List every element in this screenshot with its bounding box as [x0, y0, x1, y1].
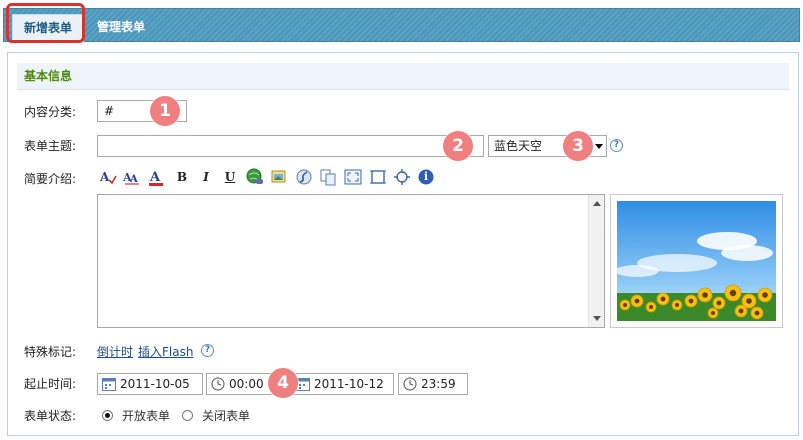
tab-bar: 新增表单 管理表单 — [3, 8, 800, 43]
spellcheck-icon[interactable]: AA — [122, 167, 142, 187]
flash-icon[interactable] — [294, 167, 314, 187]
marker-4: 4 — [268, 368, 298, 398]
svg-text:A: A — [149, 170, 161, 185]
bold-icon[interactable]: B — [172, 167, 192, 187]
status-closed-label[interactable]: 关闭表单 — [202, 407, 250, 424]
svg-text:A: A — [129, 174, 138, 185]
scroll-down-icon[interactable] — [593, 316, 601, 321]
status-closed-radio[interactable] — [182, 410, 193, 421]
subject-input[interactable] — [97, 135, 484, 157]
info-icon[interactable]: i — [416, 167, 436, 187]
intro-editor[interactable] — [97, 194, 605, 328]
start-date-field[interactable]: 2011-10-05 — [97, 373, 203, 395]
theme-preview-image — [610, 194, 783, 328]
insert-flash-link[interactable]: 插入Flash — [138, 343, 193, 360]
status-open-label[interactable]: 开放表单 — [122, 407, 170, 424]
clock-icon — [211, 377, 225, 391]
start-time-field[interactable]: 00:00 — [206, 373, 274, 395]
tab-manage-form[interactable]: 管理表单 — [87, 14, 155, 43]
chevron-down-icon — [595, 144, 603, 149]
font-color-icon[interactable]: A — [98, 167, 118, 187]
fullscreen-icon[interactable] — [343, 167, 363, 187]
theme-select-value: 蓝色天空 — [494, 139, 543, 153]
section-title: 基本信息 — [17, 63, 789, 90]
image-icon[interactable] — [269, 167, 289, 187]
info-glyph: i — [423, 170, 429, 183]
link-globe-icon[interactable] — [245, 167, 265, 187]
move-icon[interactable] — [392, 167, 412, 187]
period-label: 起止时间: — [24, 377, 77, 391]
marker-3: 3 — [563, 131, 593, 161]
text-color-icon[interactable]: A — [146, 167, 166, 187]
calendar-icon — [296, 378, 310, 391]
tab-add-form[interactable]: 新增表单 — [12, 14, 84, 43]
countdown-link[interactable]: 倒计时 — [97, 343, 133, 360]
intro-label: 简要介绍: — [24, 172, 77, 186]
editor-scrollbar[interactable] — [588, 195, 604, 327]
end-date-value: 2011-10-12 — [314, 377, 384, 391]
marker-1: 1 — [150, 96, 180, 126]
start-time-value: 00:00 — [229, 377, 264, 391]
end-date-field[interactable]: 2011-10-12 — [291, 373, 394, 395]
help-icon[interactable]: ? — [610, 139, 623, 152]
crop-icon[interactable] — [368, 167, 388, 187]
clock-icon — [403, 377, 417, 391]
italic-icon[interactable]: I — [196, 167, 216, 187]
form-panel: 基本信息 内容分类: 表单主题: 蓝色天空 ? 简要介绍: A AA A B I… — [7, 52, 799, 436]
category-label: 内容分类: — [24, 105, 77, 119]
svg-text:A: A — [99, 170, 110, 184]
copy-icon[interactable] — [318, 167, 338, 187]
start-date-value: 2011-10-05 — [120, 377, 190, 391]
calendar-icon — [102, 378, 116, 391]
sunflower-field-image — [617, 201, 776, 321]
scroll-up-icon[interactable] — [593, 201, 601, 206]
marker-2: 2 — [443, 131, 473, 161]
status-open-radio[interactable] — [102, 410, 113, 421]
status-label: 表单状态: — [24, 409, 77, 423]
end-time-field[interactable]: 23:59 — [398, 373, 468, 395]
underline-icon[interactable]: U — [220, 167, 240, 187]
subject-label: 表单主题: — [24, 139, 77, 153]
help-icon[interactable]: ? — [201, 344, 214, 357]
end-time-value: 23:59 — [421, 377, 456, 391]
special-label: 特殊标记: — [24, 345, 77, 359]
